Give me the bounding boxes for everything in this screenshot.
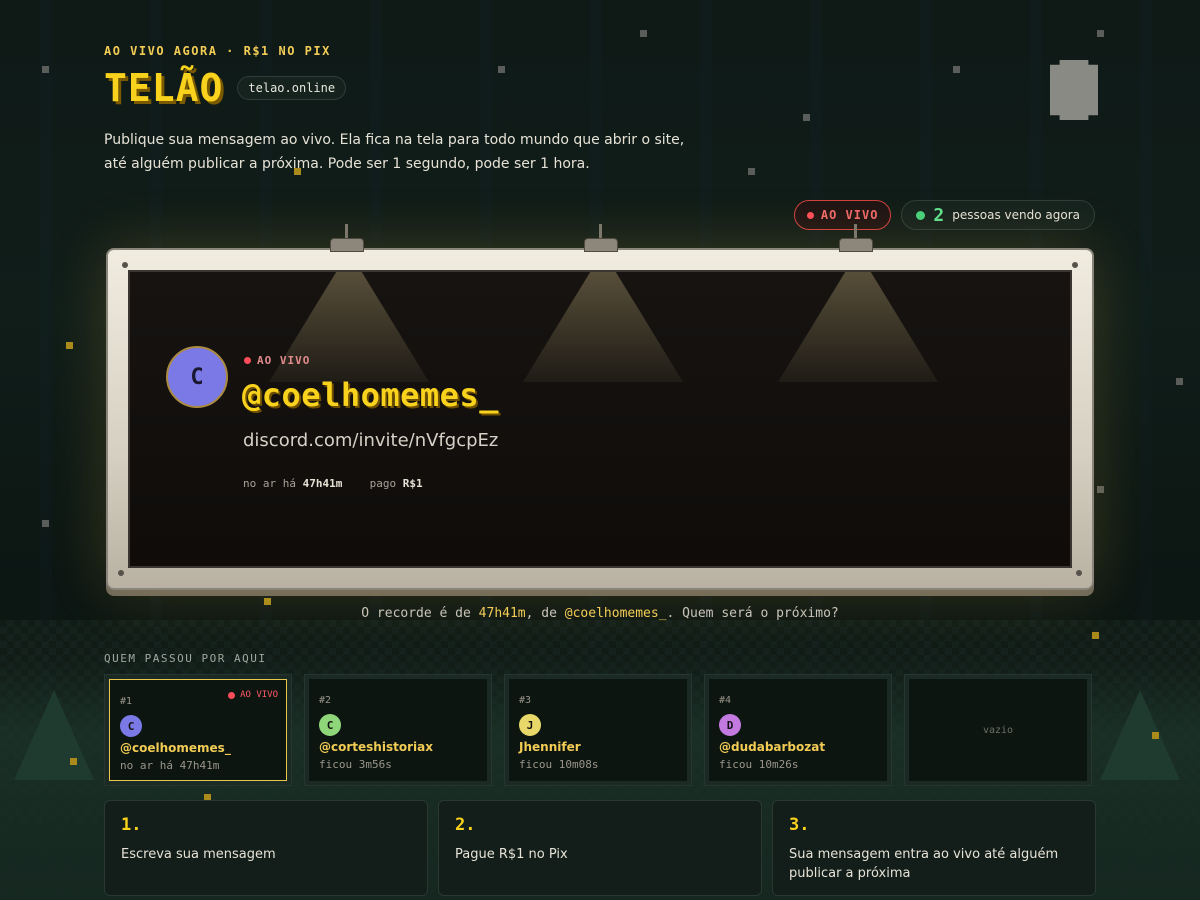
star bbox=[42, 66, 49, 73]
step-text: Escreva sua mensagem bbox=[121, 847, 276, 862]
star bbox=[42, 520, 49, 527]
poster-link[interactable]: discord.com/invite/nVfgcpEz bbox=[243, 430, 498, 451]
lamp-icon bbox=[330, 238, 364, 252]
live-dot-icon bbox=[244, 357, 251, 364]
screw-icon bbox=[1072, 262, 1078, 268]
record-line: O recorde é de 47h41m, de @coelhomemes_.… bbox=[0, 606, 1200, 621]
billboard: C AO VIVO @coelhomemes_ discord.com/invi… bbox=[106, 224, 1094, 590]
slot-empty-label: vazio bbox=[982, 724, 1014, 736]
meta-air-value: 47h41m bbox=[302, 477, 343, 490]
lamp-stem bbox=[345, 224, 348, 238]
steps-list: 1. Escreva sua mensagem 2. Pague R$1 no … bbox=[104, 800, 1096, 896]
history-label: QUEM PASSOU POR AQUI bbox=[104, 652, 267, 665]
status-row: AO VIVO 2 pessoas vendo agora bbox=[793, 200, 1095, 230]
lamp-stem bbox=[599, 224, 602, 238]
screw-icon bbox=[122, 262, 128, 268]
star bbox=[1097, 30, 1104, 37]
eyebrow: AO VIVO AGORA · R$1 NO PIX bbox=[104, 44, 331, 58]
slot-avatar: C bbox=[120, 715, 142, 737]
slot-rank: #4 bbox=[719, 695, 732, 706]
live-dot-icon bbox=[806, 211, 814, 219]
poster-live-tag: AO VIVO bbox=[244, 354, 310, 367]
slot-avatar: D bbox=[719, 714, 741, 736]
lamp-icon bbox=[839, 238, 873, 252]
viewers-count: 2 bbox=[933, 204, 945, 226]
intro-text: Publique sua mensagem ao vivo. Ela fica … bbox=[104, 132, 685, 172]
live-badge-label: AO VIVO bbox=[820, 208, 879, 222]
star bbox=[264, 598, 271, 605]
record-time: 47h41m bbox=[478, 606, 526, 621]
record-middle: , de bbox=[525, 606, 565, 621]
slot-stat: no ar há 47h41m bbox=[120, 759, 220, 772]
step-card: 2. Pague R$1 no Pix bbox=[438, 800, 762, 896]
slot-stat: ficou 10m26s bbox=[719, 758, 799, 771]
star bbox=[1092, 632, 1099, 639]
history-slot[interactable]: #3 J Jhennifer ficou 10m08s bbox=[504, 674, 692, 786]
online-dot-icon bbox=[916, 210, 926, 220]
meta-paid-value: R$1 bbox=[402, 477, 423, 490]
history-slot[interactable]: #4 D @dudabarbozat ficou 10m26s bbox=[704, 674, 892, 786]
star bbox=[1097, 486, 1104, 493]
light-beam bbox=[523, 272, 683, 382]
star bbox=[803, 114, 810, 121]
domain-pill[interactable]: telao.online bbox=[237, 76, 347, 100]
slot-name: Jhennifer bbox=[519, 740, 581, 754]
poster-meta: no ar há 47h41m pago R$1 bbox=[243, 477, 423, 490]
meta-paid-label: pago bbox=[369, 477, 397, 490]
star bbox=[748, 168, 755, 175]
screw-icon bbox=[1076, 570, 1082, 576]
step-card: 1. Escreva sua mensagem bbox=[104, 800, 428, 896]
brand-logo[interactable]: TELÃO bbox=[104, 66, 223, 110]
live-dot-icon bbox=[228, 691, 236, 699]
record-user[interactable]: @coelhomemes_ bbox=[565, 606, 667, 621]
step-number: 3. bbox=[789, 815, 810, 835]
star bbox=[1152, 732, 1159, 739]
light-beam bbox=[778, 272, 938, 382]
star bbox=[70, 758, 77, 765]
star bbox=[953, 66, 960, 73]
star bbox=[66, 342, 73, 349]
page-header: AO VIVO AGORA · R$1 NO PIX TELÃO telao.o… bbox=[104, 44, 744, 176]
pine-tree bbox=[1100, 690, 1180, 780]
poster-live-label: AO VIVO bbox=[257, 354, 311, 367]
slot-name: @corteshistoriax bbox=[319, 740, 433, 754]
step-text: Sua mensagem entra ao vivo até alguém pu… bbox=[789, 847, 1059, 881]
viewers-badge: 2 pessoas vendo agora bbox=[901, 200, 1095, 230]
moon-icon bbox=[1050, 60, 1098, 120]
slot-live-label: AO VIVO bbox=[240, 690, 278, 700]
record-prefix: O recorde é de bbox=[361, 606, 479, 621]
poster-avatar: C bbox=[166, 346, 228, 408]
star bbox=[640, 30, 647, 37]
meta-air-label: no ar há bbox=[243, 477, 296, 490]
slot-rank: #2 bbox=[319, 695, 332, 706]
history-slot[interactable]: #2 C @corteshistoriax ficou 3m56s bbox=[304, 674, 492, 786]
billboard-screen: C AO VIVO @coelhomemes_ discord.com/invi… bbox=[128, 270, 1072, 568]
history-slot[interactable]: #1 AO VIVO C @coelhomemes_ no ar há 47h4… bbox=[104, 674, 292, 786]
slot-avatar: C bbox=[319, 714, 341, 736]
slot-live-tag: AO VIVO bbox=[228, 690, 278, 700]
step-number: 1. bbox=[121, 815, 142, 835]
slot-stat: ficou 3m56s bbox=[319, 758, 392, 771]
viewers-label: pessoas vendo agora bbox=[952, 208, 1080, 222]
slot-name: @dudabarbozat bbox=[719, 740, 826, 754]
star bbox=[1176, 378, 1183, 385]
slot-avatar: J bbox=[519, 714, 541, 736]
lamp-icon bbox=[584, 238, 618, 252]
history-slot-empty: vazio bbox=[904, 674, 1092, 786]
history-list: #1 AO VIVO C @coelhomemes_ no ar há 47h4… bbox=[104, 674, 1092, 786]
slot-stat: ficou 10m08s bbox=[519, 758, 599, 771]
poster-handle[interactable]: @coelhomemes_ bbox=[242, 376, 499, 414]
step-text: Pague R$1 no Pix bbox=[455, 847, 568, 862]
step-card: 3. Sua mensagem entra ao vivo até alguém… bbox=[772, 800, 1096, 896]
live-badge: AO VIVO bbox=[793, 200, 892, 230]
lamp-stem bbox=[854, 224, 857, 238]
screw-icon bbox=[118, 570, 124, 576]
step-number: 2. bbox=[455, 815, 476, 835]
record-suffix: . Quem será o próximo? bbox=[666, 606, 839, 621]
slot-name: @coelhomemes_ bbox=[120, 741, 231, 755]
pine-tree bbox=[14, 690, 94, 780]
slot-rank: #3 bbox=[519, 695, 532, 706]
